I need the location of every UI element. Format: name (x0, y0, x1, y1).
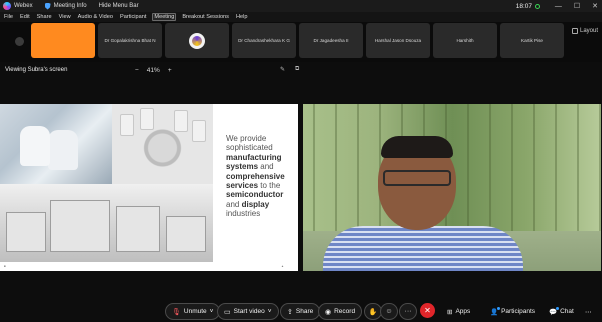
participant-name: Dr Gopalakrishna Bhat N (104, 38, 156, 43)
participant-tile[interactable]: Kartik Pise (500, 23, 564, 58)
glasses-icon (383, 170, 451, 186)
menu-meeting[interactable]: Meeting (152, 13, 177, 21)
slide-footer-left: ■ (4, 264, 6, 268)
participant-tile[interactable]: Dr Jagadeesha II (299, 23, 363, 58)
participant-tile[interactable] (31, 23, 95, 58)
participant-name: Dr Chandrashekhara K G (238, 38, 290, 43)
start-video-button[interactable]: ▭ Start video ˅ (217, 303, 279, 320)
layout-label: Layout (579, 28, 598, 34)
apps-label: Apps (455, 308, 471, 315)
apps-button[interactable]: ⊞ Apps (447, 303, 470, 320)
close-icon: ✕ (424, 306, 431, 315)
avatar-logo-icon (192, 35, 202, 46)
participant-name: Dr Jagadeesha II (313, 38, 349, 43)
manufacturing-line-photo (0, 184, 213, 262)
menu-edit[interactable]: Edit (19, 14, 31, 20)
record-button[interactable]: ◉ Record (318, 303, 363, 320)
hide-menu-bar-label: Hide Menu Bar (98, 3, 139, 9)
record-icon: ◉ (325, 308, 332, 316)
unmute-button[interactable]: 🎙 Unmute ˅ (165, 303, 221, 320)
participants-label: Participants (501, 308, 536, 315)
wafer-equipment-photo (112, 104, 213, 184)
shield-icon (44, 2, 51, 10)
menu-view[interactable]: View (58, 14, 72, 20)
mic-muted-icon: 🎙 (172, 308, 181, 316)
menu-audio-video[interactable]: Audio & Video (77, 14, 114, 20)
slide-text: We provide sophisticated manufacturing s… (226, 134, 285, 219)
start-video-label: Start video (233, 308, 265, 315)
more-panels-button[interactable]: ⋯ (585, 303, 592, 320)
window-controls: — ☐ ✕ (555, 0, 598, 12)
share-button[interactable]: ⇪ Share (280, 303, 321, 320)
participant-name: Kartik Pise (521, 38, 543, 43)
shared-screen: We provide sophisticated manufacturing s… (0, 104, 298, 271)
people-icon: 👤 (490, 306, 501, 316)
participant-tile[interactable]: Dr Chandrashekhara K G (232, 23, 296, 58)
participant-name: Harshith (456, 38, 474, 43)
strip-scroll-left-button[interactable] (15, 37, 24, 46)
speaker-figure (323, 134, 523, 271)
maximize-icon[interactable]: ☐ (574, 2, 580, 10)
active-speaker-video[interactable] (303, 104, 601, 271)
zoom-out-button[interactable]: − (135, 67, 139, 74)
menu-file[interactable]: File (3, 14, 14, 20)
webex-logo-icon (3, 2, 11, 10)
zoom-in-button[interactable]: + (168, 67, 172, 74)
participant-tile[interactable] (165, 23, 229, 58)
smiley-icon: ☺ (385, 308, 393, 315)
meeting-clock: 18:07 (516, 0, 540, 12)
chevron-down-icon[interactable]: ˅ (210, 308, 214, 315)
participant-tile[interactable]: Harshal Jason Dsouza (366, 23, 430, 58)
close-icon[interactable]: ✕ (592, 2, 598, 10)
participant-name: Harshal Jason Dsouza (374, 38, 422, 43)
chat-button[interactable]: 💬 Chat (549, 303, 574, 320)
reactions-menu-button[interactable]: ☺ (380, 303, 398, 320)
menu-breakout-sessions[interactable]: Breakout Sessions (181, 14, 230, 20)
menu-help[interactable]: Help (235, 14, 249, 20)
title-bar: Webex Meeting Info Hide Menu Bar (0, 0, 602, 12)
leave-meeting-button[interactable]: ✕ (420, 303, 435, 318)
menu-bar: File Edit Share View Audio & Video Parti… (0, 12, 602, 22)
participant-tile[interactable]: Dr Gopalakrishna Bhat N (98, 23, 162, 58)
zoom-level: 41% (146, 66, 160, 74)
menu-share[interactable]: Share (36, 14, 53, 20)
layout-grid-icon (571, 28, 578, 34)
meeting-info-label: Meeting Info (53, 3, 87, 9)
annotate-icon[interactable]: ✎ (280, 66, 285, 73)
cleanroom-photo (0, 104, 112, 184)
record-label: Record (334, 308, 356, 315)
hide-menu-bar-button[interactable]: Hide Menu Bar (99, 3, 139, 9)
clock-time: 18:07 (515, 2, 532, 10)
hand-icon: ✋ (368, 308, 378, 316)
participants-button[interactable]: 👤 Participants (490, 303, 535, 320)
camera-icon: ▭ (224, 308, 231, 316)
share-view-icons: ✎ ⧉ (280, 66, 299, 73)
viewing-label: Viewing Subra's screen (5, 67, 68, 73)
chevron-down-icon[interactable]: ˅ (268, 308, 272, 315)
more-icon: ··· (404, 308, 412, 315)
app-name: Webex (14, 3, 33, 9)
share-label: Share (295, 308, 314, 315)
chat-bubble-icon: 💬 (549, 306, 560, 316)
app-title: Webex (3, 2, 33, 10)
slide-footer-logo-icon: ▲ (281, 264, 284, 268)
minimize-icon[interactable]: — (555, 3, 562, 10)
share-view-bar: Viewing Subra's screen − 41% + ✎ ⧉ (0, 64, 602, 76)
zoom-control: − 41% + (135, 64, 172, 76)
more-options-button[interactable]: ··· (399, 303, 417, 320)
unmute-label: Unmute (183, 308, 207, 315)
connection-status-icon (535, 3, 540, 9)
share-icon: ⇪ (287, 308, 293, 316)
pop-out-icon[interactable]: ⧉ (295, 66, 299, 73)
more-panels-icon: ⋯ (585, 308, 592, 316)
menu-participant[interactable]: Participant (119, 14, 147, 20)
avatar (189, 32, 205, 49)
apps-grid-icon: ⊞ (447, 308, 453, 316)
participant-tile[interactable]: Harshith (433, 23, 497, 58)
meeting-info-button[interactable]: Meeting Info (44, 2, 87, 10)
layout-button[interactable]: Layout (571, 28, 598, 34)
chat-label: Chat (560, 308, 574, 315)
